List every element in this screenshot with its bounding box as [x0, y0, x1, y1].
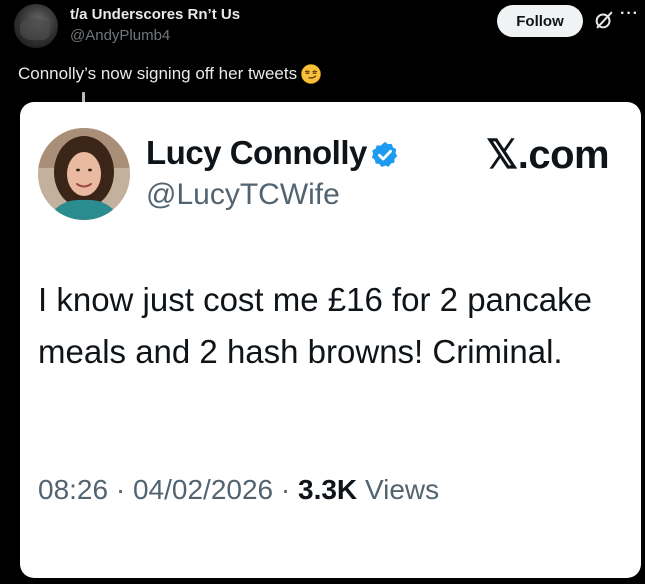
- card-meta: 08:26 · 04/02/2026 · 3.3K Views: [38, 474, 439, 506]
- profile-photo: [38, 128, 130, 220]
- card-time: 08:26: [38, 474, 109, 505]
- post-text: Connolly’s now signing off her tweets: [18, 64, 298, 83]
- meta-separator: ·: [280, 474, 291, 505]
- post-text-row: Connolly’s now signing off her tweets: [18, 64, 321, 84]
- more-icon[interactable]: ···: [620, 6, 640, 28]
- grok-icon[interactable]: [593, 9, 615, 31]
- author-handle[interactable]: @AndyPlumb4: [70, 27, 170, 44]
- smirking-face-icon: [301, 64, 321, 84]
- follow-button[interactable]: Follow: [497, 5, 583, 37]
- author-avatar[interactable]: [14, 4, 58, 48]
- card-handle: @LucyTCWife: [146, 178, 340, 211]
- verified-badge-icon: [371, 141, 398, 167]
- post-header: t/a Underscores Rn’t Us @AndyPlumb4 Foll…: [0, 0, 645, 56]
- views-count: 3.3K: [298, 474, 358, 505]
- card-tweet-text: I know just cost me £16 for 2 pancake me…: [38, 281, 592, 370]
- card-display-name: Lucy Connolly: [146, 134, 367, 171]
- author-display-name[interactable]: t/a Underscores Rn’t Us: [70, 6, 240, 23]
- quoted-tweet-image[interactable]: Lucy Connolly @LucyTCWife 𝕏.com I know j…: [20, 102, 641, 578]
- xcom-label: 𝕏.com: [486, 133, 610, 177]
- meta-separator: ·: [115, 474, 126, 505]
- views-label: Views: [364, 474, 440, 505]
- card-date: 04/02/2026: [132, 474, 274, 505]
